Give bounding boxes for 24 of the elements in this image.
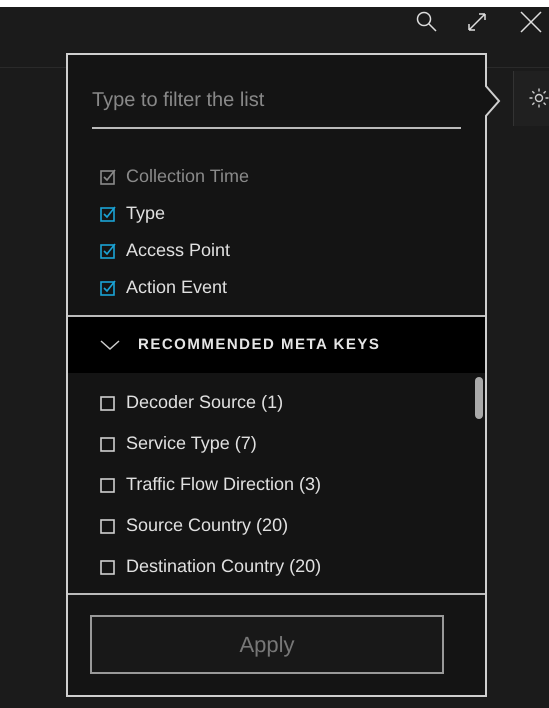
checkbox[interactable] (100, 436, 116, 452)
section-title: RECOMMENDED META KEYS (138, 334, 380, 355)
checkbox[interactable] (100, 518, 116, 534)
checkbox[interactable] (100, 206, 116, 222)
option-label[interactable]: Type (126, 200, 166, 227)
expand-icon[interactable] (466, 11, 488, 33)
scrollbar-thumb[interactable] (475, 377, 483, 419)
checkbox[interactable] (100, 242, 116, 258)
option-label[interactable]: Decoder Source (1) (126, 389, 284, 416)
option-label[interactable]: Service Type (7) (126, 430, 257, 457)
settings-tab[interactable] (513, 71, 549, 126)
section-header[interactable]: RECOMMENDED META KEYS (68, 315, 485, 373)
checkbox[interactable] (100, 558, 116, 574)
option-label[interactable]: Traffic Flow Direction (3) (126, 471, 322, 498)
option-label[interactable]: Destination Country (20) (126, 553, 322, 580)
checkbox[interactable] (100, 476, 116, 492)
search-icon[interactable] (416, 11, 438, 33)
option-label[interactable]: Source Country (20) (126, 512, 288, 539)
checkbox[interactable] (100, 280, 116, 296)
close-icon[interactable] (519, 10, 543, 34)
option-label[interactable]: Action Event (126, 274, 228, 301)
option-label[interactable]: Access Point (126, 237, 230, 264)
checkbox[interactable] (100, 394, 116, 410)
filter-input-field[interactable]: Type to filter the list (92, 85, 461, 129)
